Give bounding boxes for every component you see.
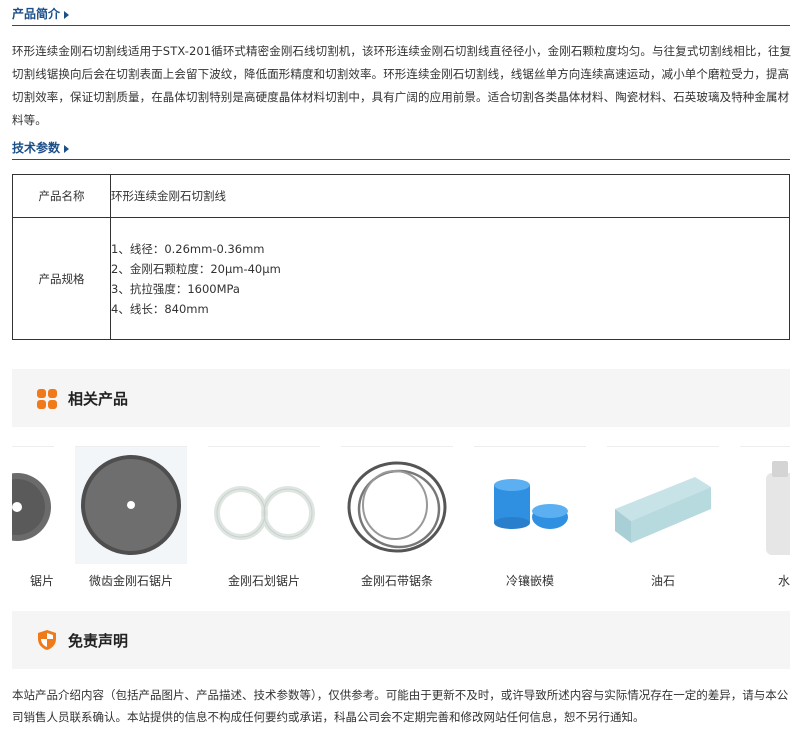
product-image[interactable] <box>208 446 320 564</box>
shield-icon <box>38 630 56 650</box>
product-image[interactable] <box>740 446 790 564</box>
product-card[interactable]: 冷镶嵌模 <box>474 446 586 589</box>
spec-item: 1、线径：0.26mm-0.36mm <box>111 241 265 256</box>
product-label[interactable]: 金刚石带锯条 <box>341 572 453 589</box>
related-title: 相关产品 <box>68 390 129 408</box>
product-image[interactable] <box>12 446 54 564</box>
spec-item: 2、金刚石颗粒度：20μm-40μm <box>111 261 281 276</box>
product-label[interactable]: 微齿金刚石锯片 <box>75 572 187 589</box>
params-heading: 技术参数 <box>12 138 790 160</box>
product-label[interactable]: 锯片 <box>12 572 54 589</box>
table-row: 产品名称 环形连续金刚石切割线 <box>12 174 790 218</box>
product-card[interactable]: 金刚石划锯片 <box>208 446 320 589</box>
params-title: 技术参数 <box>12 141 61 155</box>
intro-heading: 产品简介 <box>12 4 790 26</box>
product-label[interactable]: 水 <box>740 572 790 589</box>
product-card[interactable]: 微齿金刚石锯片 <box>75 446 187 589</box>
disclaimer-title: 免责声明 <box>68 632 129 650</box>
grid-icon <box>37 389 57 409</box>
spec-item: 3、抗拉强度：1600MPa <box>111 281 240 296</box>
table-row: 产品规格 1、线径：0.26mm-0.36mm 2、金刚石颗粒度：20μm-40… <box>12 217 790 340</box>
params-table: 产品名称 环形连续金刚石切割线 产品规格 1、线径：0.26mm-0.36mm … <box>12 174 790 340</box>
related-products-carousel[interactable]: 锯片 微齿金刚石锯片 金刚石划锯片 金刚石带锯条 冷镶嵌模 油石 水 <box>12 446 790 596</box>
product-image[interactable] <box>341 446 453 564</box>
spec-item: 4、线长：840mm <box>111 301 209 316</box>
spec-list: 1、线径：0.26mm-0.36mm 2、金刚石颗粒度：20μm-40μm 3、… <box>110 217 790 340</box>
name-label: 产品名称 <box>12 174 111 218</box>
product-image[interactable] <box>607 446 719 564</box>
product-image[interactable] <box>75 446 187 564</box>
disclaimer-panel: 免责声明 <box>12 611 790 669</box>
spec-label: 产品规格 <box>12 217 111 340</box>
product-label[interactable]: 金刚石划锯片 <box>208 572 320 589</box>
product-image[interactable] <box>474 446 586 564</box>
disclaimer-text: 本站产品介绍内容（包括产品图片、产品描述、技术参数等），仅供参考。可能由于更新不… <box>12 688 789 724</box>
product-card[interactable]: 油石 <box>607 446 719 589</box>
product-card[interactable]: 金刚石带锯条 <box>341 446 453 589</box>
product-label[interactable]: 冷镶嵌模 <box>474 572 586 589</box>
product-label[interactable]: 油石 <box>607 572 719 589</box>
intro-text: 环形连续金刚石切割线适用于STX-201循环式精密金刚石线切割机，该环形连续金刚… <box>12 44 792 127</box>
arrow-right-icon <box>64 144 70 153</box>
name-value: 环形连续金刚石切割线 <box>110 174 790 218</box>
related-panel: 相关产品 <box>12 369 790 427</box>
product-card[interactable]: 锯片 <box>12 446 54 589</box>
product-card[interactable]: 水 <box>740 446 790 589</box>
arrow-right-icon <box>64 10 70 19</box>
intro-title: 产品简介 <box>12 7 61 21</box>
